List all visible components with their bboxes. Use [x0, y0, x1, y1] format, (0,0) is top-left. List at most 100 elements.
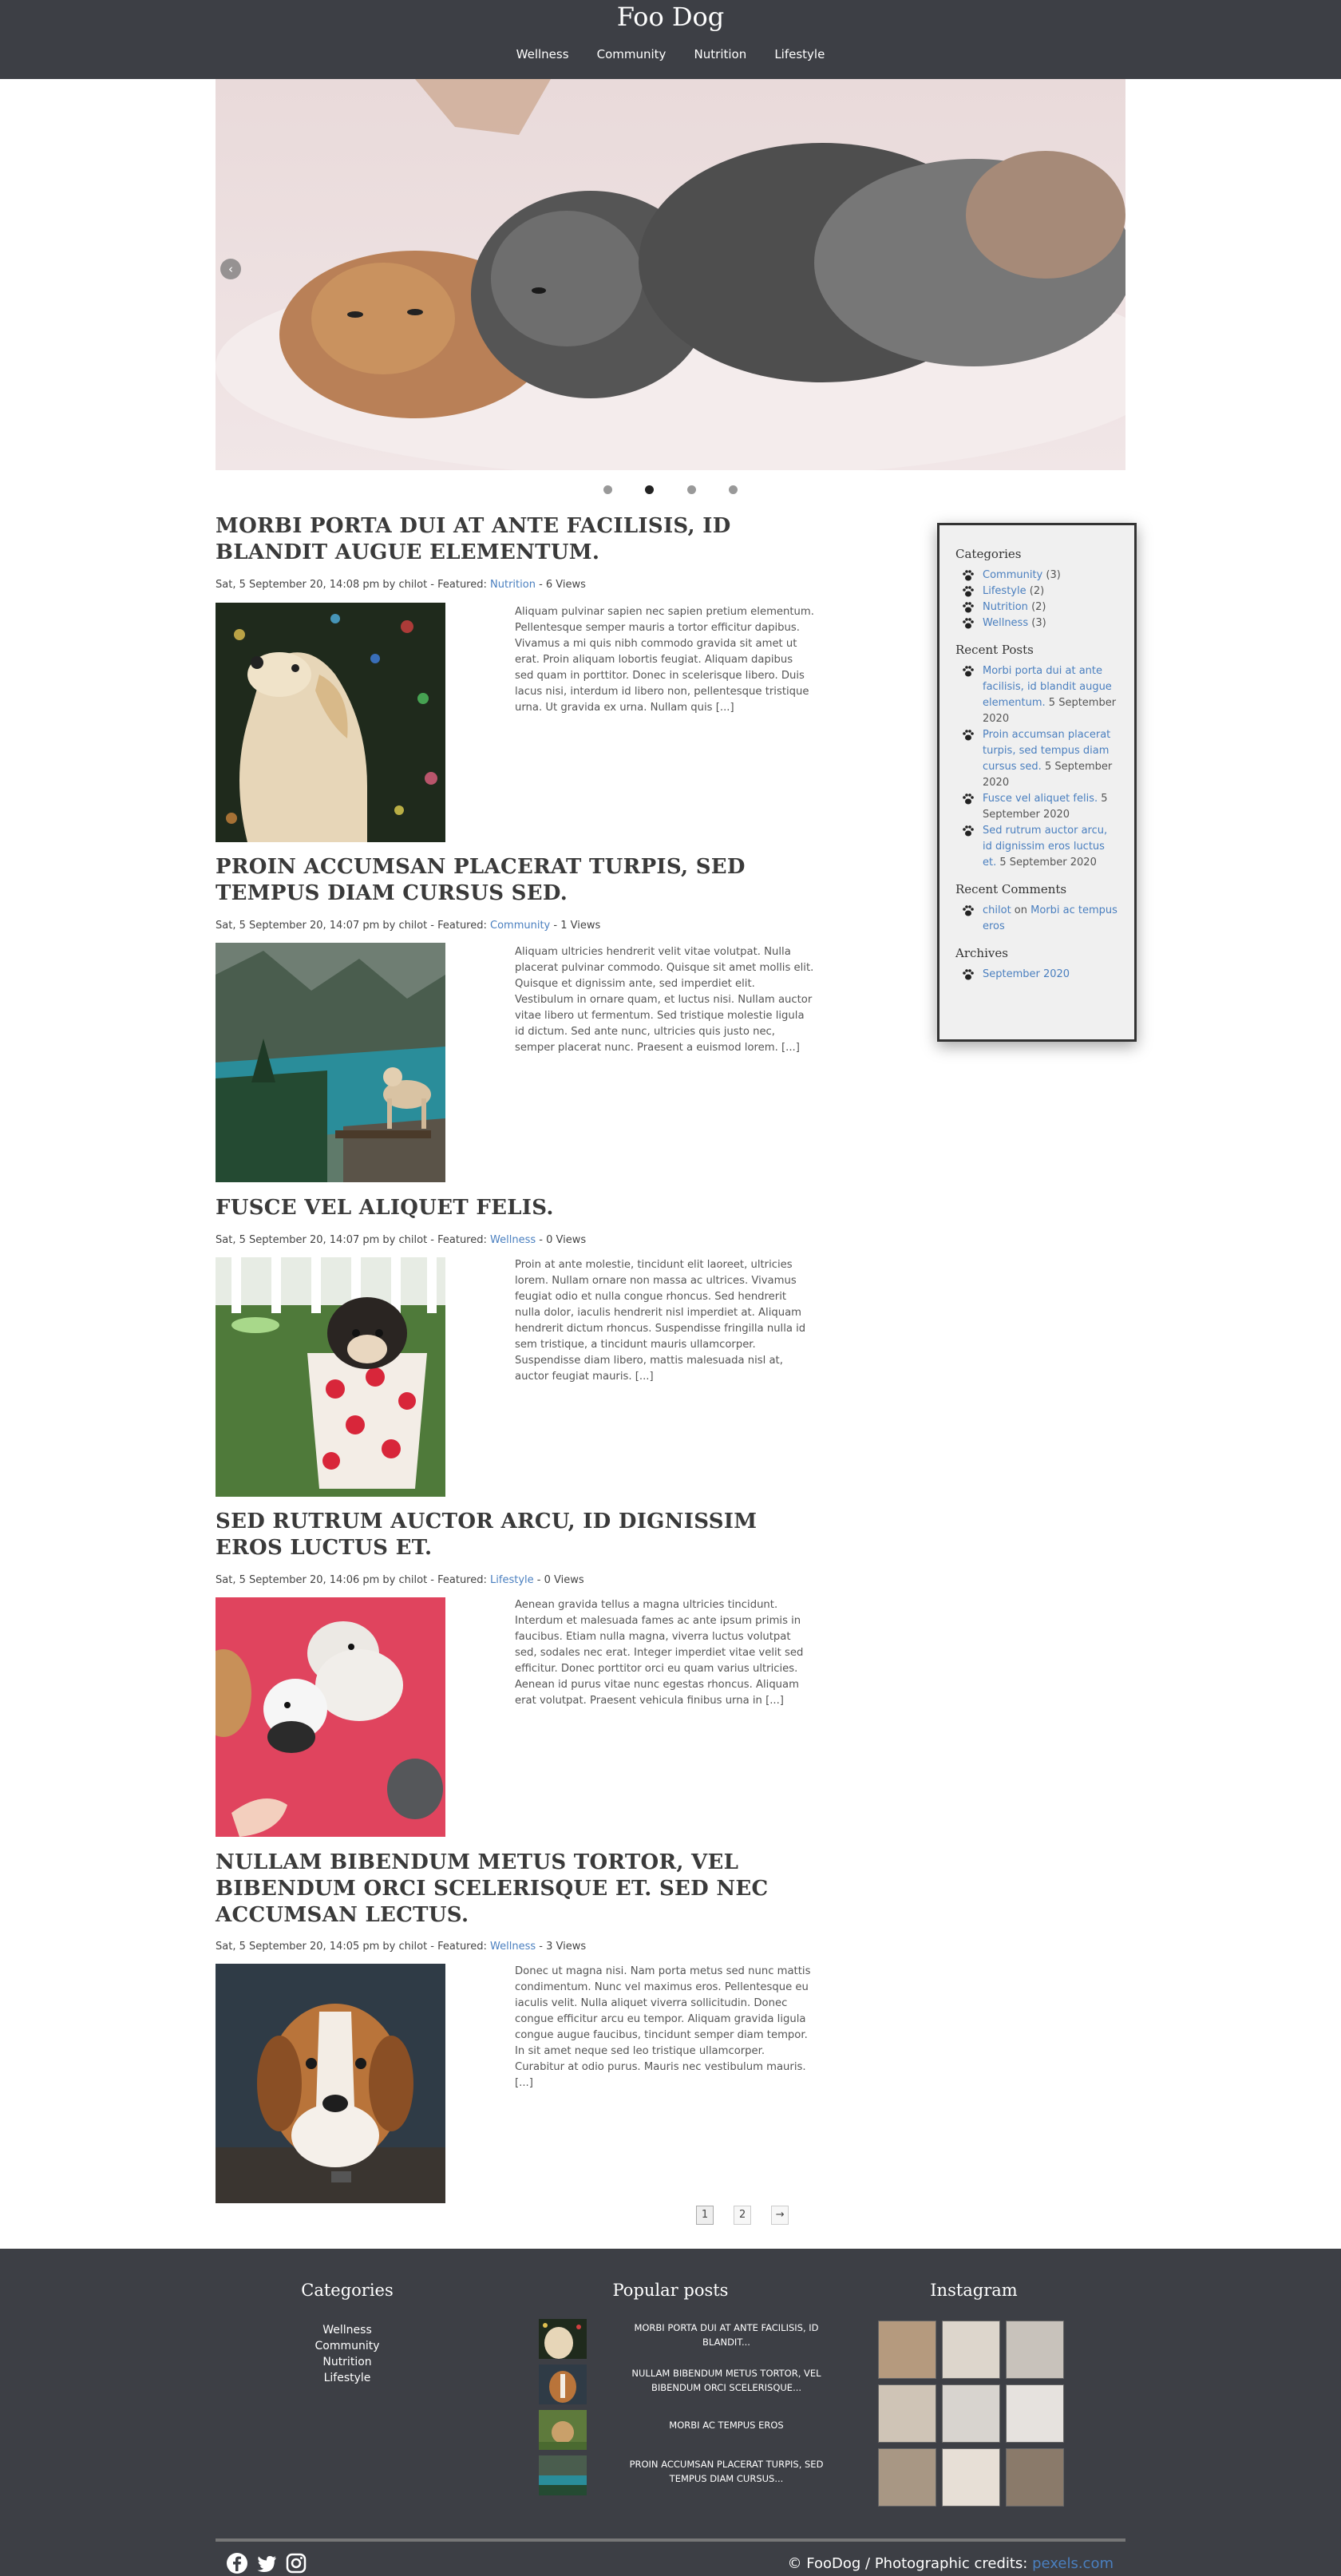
popular-post-link[interactable]: Proin accumsan placerat turpis, sed temp…: [627, 2457, 826, 2486]
sidebar-recent-post-link[interactable]: Fusce vel aliquet felis.: [983, 793, 1098, 805]
post-title[interactable]: Nullam bibendum metus tortor, vel bibend…: [216, 1850, 806, 1929]
sidebar-category-item: Lifestyle (2): [955, 584, 1120, 599]
nav-item-nutrition[interactable]: Nutrition: [694, 47, 747, 61]
instagram-photo[interactable]: [942, 2448, 1000, 2507]
site-header: Foo Dog Wellness Community Nutrition Lif…: [0, 0, 1341, 79]
pagination-next-button[interactable]: →: [771, 2206, 789, 2225]
sidebar-archive-link[interactable]: September 2020: [983, 968, 1070, 980]
footer-popular-item[interactable]: Nullam bibendum metus tortor, vel bibend…: [539, 2364, 826, 2404]
post-category-link[interactable]: Lifestyle: [490, 1574, 534, 1586]
credits-link[interactable]: pexels.com: [1032, 2555, 1114, 2572]
popular-post-thumbnail[interactable]: [539, 2410, 587, 2450]
post-meta: Sat, 5 September 20, 14:07 pm by chilot …: [216, 1234, 822, 1246]
paw-icon: [963, 905, 974, 916]
post-thumbnail[interactable]: [216, 1597, 445, 1837]
instagram-photo[interactable]: [1006, 2321, 1064, 2379]
slider-dot-1[interactable]: [603, 485, 613, 494]
footer-popular-item[interactable]: Morbi porta dui at ante facilisis, id bl…: [539, 2319, 826, 2359]
paw-icon: [963, 586, 974, 597]
post-category-link[interactable]: Nutrition: [490, 579, 536, 591]
sidebar-archive-item: September 2020: [955, 967, 1120, 983]
footer-popular-item[interactable]: Morbi ac tempus eros: [539, 2410, 826, 2450]
social-links: [226, 2552, 311, 2574]
twitter-icon[interactable]: [255, 2552, 278, 2574]
sidebar-category-count: (2): [1031, 601, 1046, 613]
popular-post-link[interactable]: Morbi porta dui at ante facilisis, id bl…: [627, 2321, 826, 2349]
footer-category-link[interactable]: Lifestyle: [267, 2370, 427, 2386]
instagram-photo[interactable]: [878, 2384, 936, 2443]
instagram-photo[interactable]: [1006, 2448, 1064, 2507]
slider-dot-3[interactable]: [686, 485, 696, 494]
popular-post-thumbnail[interactable]: [539, 2319, 587, 2359]
post-category-link[interactable]: Community: [490, 920, 550, 932]
post-excerpt: Aliquam ultricies hendrerit velit vitae …: [515, 946, 814, 1054]
sidebar-comment-on: on: [1011, 904, 1031, 916]
post-thumbnail[interactable]: [216, 1964, 445, 2203]
dog-outdoors-thumb: [539, 2410, 587, 2450]
instagram-photo[interactable]: [878, 2321, 936, 2379]
beagle-image: [216, 1964, 445, 2203]
instagram-photo[interactable]: [878, 2448, 936, 2507]
post-thumbnail[interactable]: [216, 603, 445, 842]
post-views: - 0 Views: [536, 1234, 587, 1246]
paw-icon: [963, 825, 974, 837]
post-category-link[interactable]: Wellness: [490, 1941, 536, 1953]
post-title[interactable]: Morbi porta dui at ante facilisis, id bl…: [216, 513, 806, 566]
sidebar-recent-post-item: Fusce vel aliquet felis. 5 September 202…: [955, 791, 1120, 823]
popular-post-link[interactable]: Morbi ac tempus eros: [627, 2418, 826, 2432]
post-views: - 0 Views: [533, 1574, 584, 1586]
sidebar-recent-posts-title: Recent Posts: [955, 643, 1034, 657]
post-excerpt: Donec ut magna nisi. Nam porta metus sed…: [515, 1965, 811, 2089]
post-meta: Sat, 5 September 20, 14:08 pm by chilot …: [216, 579, 822, 591]
instagram-icon[interactable]: [285, 2552, 307, 2574]
sidebar-category-link[interactable]: Wellness: [983, 617, 1028, 629]
post-meta-text: Sat, 5 September 20, 14:07 pm by chilot …: [216, 1234, 491, 1246]
nav-item-wellness[interactable]: Wellness: [516, 47, 569, 61]
slider-prev-arrow[interactable]: ‹: [220, 259, 241, 279]
instagram-photo[interactable]: [942, 2321, 1000, 2379]
post-meta: Sat, 5 September 20, 14:05 pm by chilot …: [216, 1941, 822, 1953]
slider-dot-4[interactable]: [728, 485, 738, 494]
post-views: - 1 Views: [550, 920, 601, 932]
sidebar-category-item: Wellness (3): [955, 615, 1120, 631]
post-title[interactable]: Proin accumsan placerat turpis, sed temp…: [216, 854, 806, 907]
instagram-photo[interactable]: [1006, 2384, 1064, 2443]
nav-item-community[interactable]: Community: [597, 47, 667, 61]
sidebar-category-link[interactable]: Nutrition: [983, 601, 1028, 613]
footer-category-link[interactable]: Wellness: [267, 2322, 427, 2338]
post-thumbnail[interactable]: [216, 1257, 445, 1497]
post-title[interactable]: Sed rutrum auctor arcu, id dignissim ero…: [216, 1509, 806, 1561]
post-excerpt: Aenean gravida tellus a magna ultricies …: [515, 1599, 804, 1707]
sidebar-category-link[interactable]: Community: [983, 569, 1042, 581]
post-title[interactable]: Fusce vel aliquet felis.: [216, 1195, 806, 1221]
footer-divider: [216, 2538, 1125, 2542]
nav-item-lifestyle[interactable]: Lifestyle: [774, 47, 825, 61]
post-thumbnail[interactable]: [216, 943, 445, 1182]
footer-popular-item[interactable]: Proin accumsan placerat turpis, sed temp…: [539, 2455, 826, 2495]
post-meta-text: Sat, 5 September 20, 14:06 pm by chilot …: [216, 1574, 491, 1586]
footer-category-link[interactable]: Community: [267, 2338, 427, 2354]
footer-categories-list: Wellness Community Nutrition Lifestyle: [267, 2322, 427, 2386]
popular-post-thumbnail[interactable]: [539, 2364, 587, 2404]
facebook-icon[interactable]: [226, 2552, 248, 2574]
pagination-page-2[interactable]: 2: [734, 2206, 752, 2225]
popular-post-thumbnail[interactable]: [539, 2455, 587, 2495]
post-meta-text: Sat, 5 September 20, 14:07 pm by chilot …: [216, 920, 491, 932]
sidebar-recent-comments-title: Recent Comments: [955, 882, 1067, 896]
sidebar-widget: Categories Community (3) Lifestyle (2) N…: [937, 523, 1137, 1042]
beagle-thumb: [539, 2364, 587, 2404]
post-meta-text: Sat, 5 September 20, 14:08 pm by chilot …: [216, 579, 491, 591]
pagination-page-1[interactable]: 1: [696, 2206, 714, 2225]
footer-category-link[interactable]: Nutrition: [267, 2354, 427, 2370]
popular-post-link[interactable]: Nullam bibendum metus tortor, vel bibend…: [627, 2366, 826, 2395]
sidebar-recent-posts-list: Morbi porta dui at ante facilisis, id bl…: [955, 663, 1120, 871]
sidebar-recent-post-item: Proin accumsan placerat turpis, sed temp…: [955, 727, 1120, 791]
site-title[interactable]: Foo Dog: [0, 2, 1341, 32]
sidebar-category-link[interactable]: Lifestyle: [983, 585, 1027, 597]
footer-popular-title: Popular posts: [612, 2281, 729, 2300]
instagram-photo[interactable]: [942, 2384, 1000, 2443]
sidebar-comment-author-link[interactable]: chilot: [983, 904, 1011, 916]
slider-dot-2[interactable]: [645, 485, 655, 494]
slider-dots: [0, 482, 1341, 497]
post-category-link[interactable]: Wellness: [490, 1234, 536, 1246]
